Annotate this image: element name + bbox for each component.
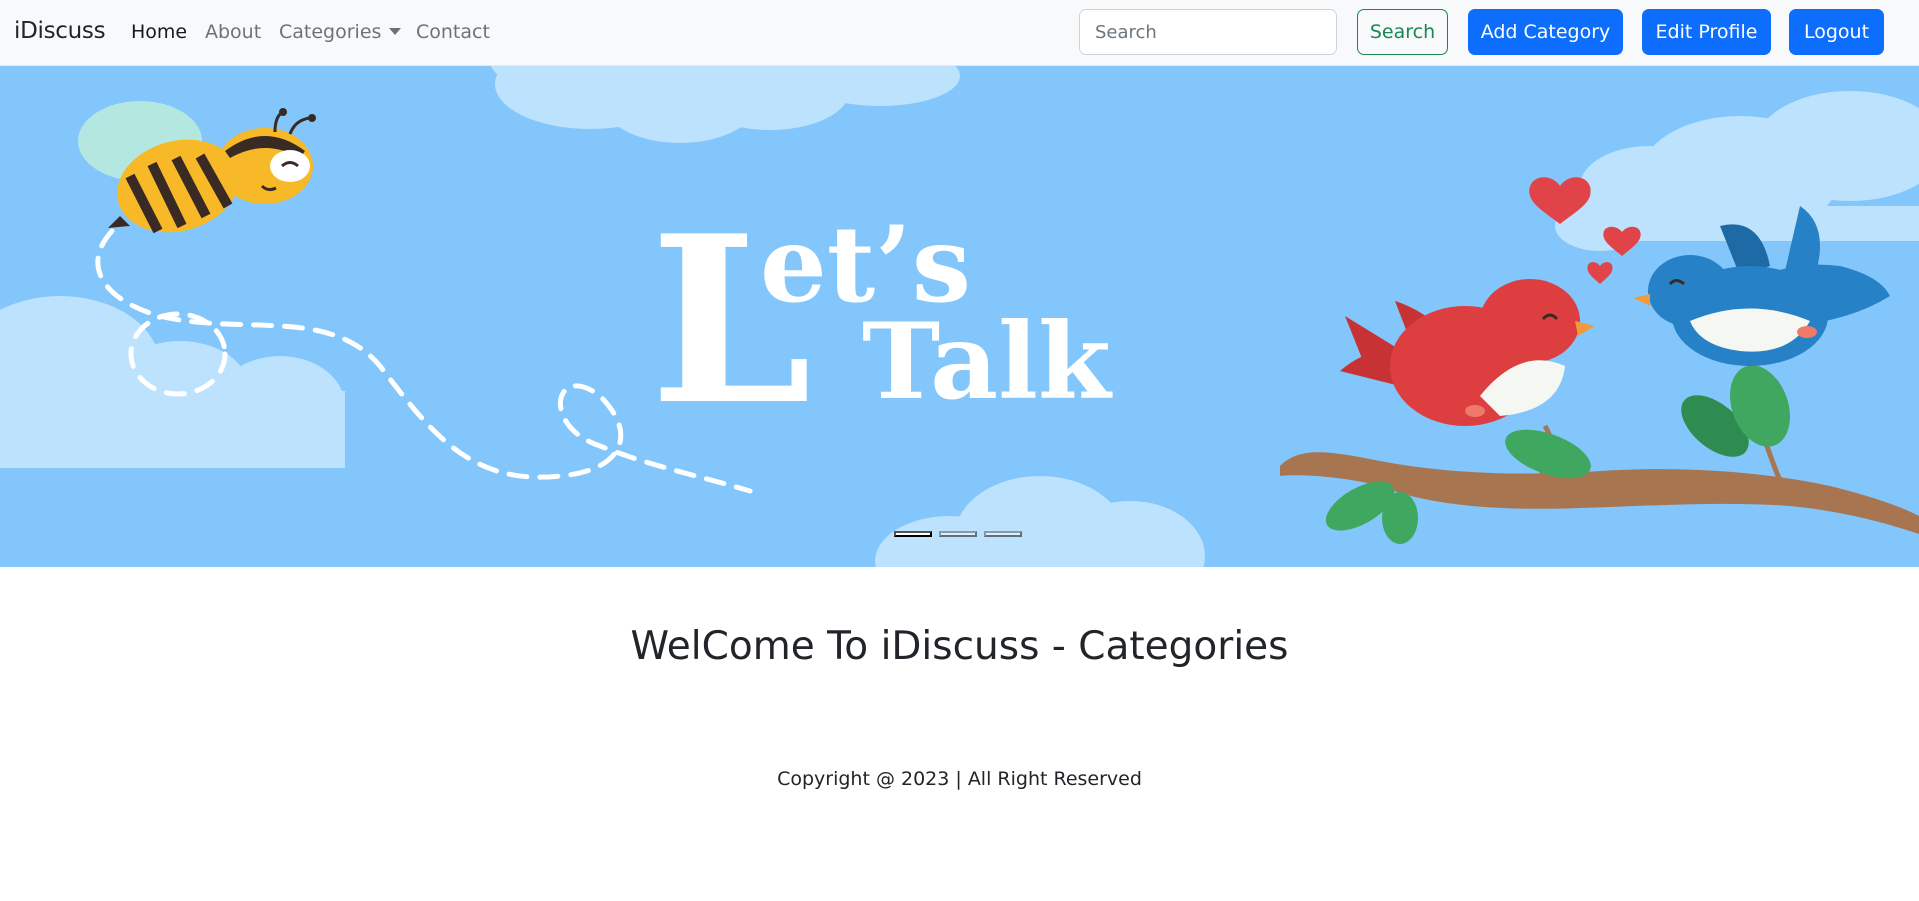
nav-link-contact[interactable]: Contact: [416, 21, 490, 43]
hero-carousel: L et’s Talk: [0, 66, 1919, 567]
carousel-indicator-1[interactable]: [894, 531, 932, 537]
carousel-indicator-2[interactable]: [939, 531, 977, 537]
page-heading: WelCome To iDiscuss - Categories: [630, 624, 1289, 669]
search-input[interactable]: [1079, 9, 1337, 55]
nav-dropdown-categories-label: Categories: [279, 21, 382, 43]
navbar: iDiscuss Home About Categories Contact S…: [0, 0, 1919, 66]
chevron-down-icon: [389, 28, 402, 35]
nav-link-home[interactable]: Home: [131, 21, 187, 43]
carousel-indicators: [894, 531, 1022, 537]
carousel-indicator-3[interactable]: [984, 531, 1022, 537]
banner-text-line2: Talk: [862, 299, 1113, 423]
footer-copyright: Copyright @ 2023 | All Right Reserved: [777, 768, 1142, 790]
nav-link-about[interactable]: About: [205, 21, 261, 43]
logout-button[interactable]: Logout: [1789, 9, 1884, 55]
edit-profile-button[interactable]: Edit Profile: [1642, 9, 1771, 55]
add-category-button[interactable]: Add Category: [1468, 9, 1623, 55]
search-button[interactable]: Search: [1357, 9, 1448, 55]
hero-banner-image: L et’s Talk: [0, 66, 1919, 567]
nav-dropdown-categories[interactable]: Categories: [279, 21, 402, 43]
brand-logo[interactable]: iDiscuss: [14, 18, 106, 44]
